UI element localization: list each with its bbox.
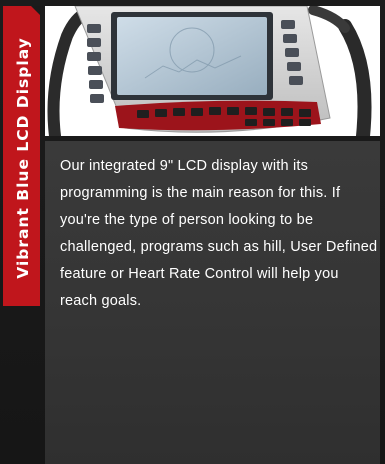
description-panel: Our integrated 9" LCD display with its p…	[45, 141, 380, 464]
side-title-tab: Vibrant Blue LCD Display	[3, 6, 41, 306]
side-title: Vibrant Blue LCD Display	[14, 37, 32, 279]
lcd-console-photo-icon	[45, 6, 380, 136]
lcd-console-image	[45, 6, 380, 136]
feature-description: Our integrated 9" LCD display with its p…	[60, 158, 378, 309]
